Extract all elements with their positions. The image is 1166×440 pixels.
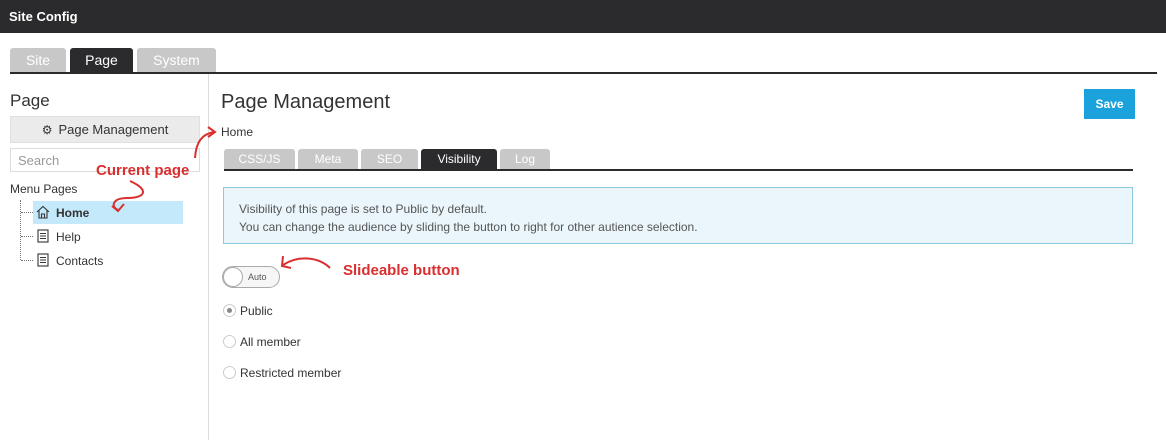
annotation-slideable-button: Slideable button bbox=[343, 262, 460, 279]
tab-log[interactable]: Log bbox=[500, 149, 550, 169]
visibility-toggle[interactable]: Auto bbox=[222, 266, 280, 288]
tree-branch bbox=[21, 260, 33, 261]
visibility-info-box: Visibility of this page is set to Public… bbox=[223, 187, 1133, 244]
sidebar: Page ⚙ Page Management Menu Pages Home He… bbox=[0, 74, 209, 440]
top-bar: Site Config bbox=[0, 0, 1166, 33]
tree-connector bbox=[20, 200, 21, 260]
tree-branch bbox=[21, 236, 33, 237]
breadcrumb: Home bbox=[221, 125, 254, 139]
tab-meta[interactable]: Meta bbox=[298, 149, 358, 169]
tree-item-contacts[interactable]: Contacts bbox=[33, 249, 183, 272]
tab-page[interactable]: Page bbox=[70, 48, 133, 72]
info-line-1: Visibility of this page is set to Public… bbox=[239, 202, 487, 216]
gear-icon: ⚙ bbox=[41, 123, 53, 137]
tab-seo[interactable]: SEO bbox=[361, 149, 418, 169]
page-management-button[interactable]: ⚙ Page Management bbox=[10, 116, 200, 143]
radio-circle[interactable] bbox=[223, 304, 236, 317]
menu-pages-label: Menu Pages bbox=[10, 182, 78, 196]
content-tabs-divider bbox=[224, 169, 1133, 171]
tree-item-help[interactable]: Help bbox=[33, 225, 183, 248]
app-title: Site Config bbox=[9, 9, 78, 24]
toggle-knob[interactable] bbox=[223, 267, 243, 287]
tree-branch bbox=[21, 212, 33, 213]
radio-label: Restricted member bbox=[240, 366, 342, 380]
tab-site[interactable]: Site bbox=[10, 48, 66, 72]
tree-item-label: Contacts bbox=[56, 254, 104, 268]
tree-item-label: Help bbox=[56, 230, 81, 244]
annotation-arrowhead bbox=[280, 255, 292, 269]
radio-circle[interactable] bbox=[223, 335, 236, 348]
annotation-arrow bbox=[282, 257, 331, 269]
sidebar-title: Page bbox=[10, 91, 50, 110]
page-title: Page Management bbox=[221, 91, 391, 113]
radio-circle[interactable] bbox=[223, 366, 236, 379]
page-tree: Home Help Contacts bbox=[10, 200, 190, 275]
document-icon bbox=[37, 253, 49, 267]
home-icon bbox=[36, 205, 50, 219]
radio-label: Public bbox=[240, 304, 273, 318]
save-button[interactable]: Save bbox=[1084, 89, 1135, 119]
tab-system[interactable]: System bbox=[137, 48, 216, 72]
radio-all-member[interactable]: All member bbox=[223, 334, 423, 350]
page-management-label: Page Management bbox=[58, 122, 169, 137]
toggle-label: Auto bbox=[248, 272, 267, 282]
tab-css-js[interactable]: CSS/JS bbox=[224, 149, 295, 169]
annotation-arrowhead bbox=[207, 126, 217, 138]
annotation-current-page: Current page bbox=[96, 162, 190, 179]
tab-visibility[interactable]: Visibility bbox=[421, 149, 497, 169]
radio-restricted-member[interactable]: Restricted member bbox=[223, 365, 423, 381]
tree-item-label: Home bbox=[56, 206, 90, 220]
info-line-2: You can change the audience by sliding t… bbox=[239, 220, 698, 234]
radio-public[interactable]: Public bbox=[223, 303, 423, 319]
radio-label: All member bbox=[240, 335, 301, 349]
tree-item-home[interactable]: Home bbox=[33, 201, 183, 224]
document-icon bbox=[37, 229, 49, 243]
